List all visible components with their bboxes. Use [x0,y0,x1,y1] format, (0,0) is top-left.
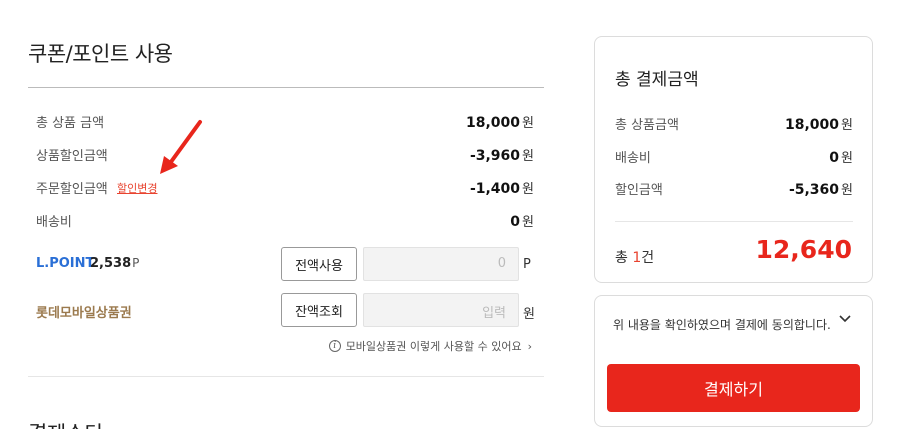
section-divider [28,376,544,377]
summary-title: 총 결제금액 [615,70,699,90]
point-input[interactable]: 0 [363,247,519,281]
info-icon: i [328,340,341,352]
annotation-arrow-icon [160,120,202,174]
summary-row-product: 총 상품금액 18,000 원 [615,114,853,134]
giftcard-help-link[interactable]: i 모바일상품권 이렇게 사용할 수 있어요 › [328,338,532,354]
lpoint-row: L.POINT 2,538P 전액사용 0 P [28,247,544,283]
giftcard-input[interactable]: 입력 [363,293,519,327]
row-order-discount: 주문할인금액 할인변경 -1,400 원 [28,178,534,198]
balance-check-button[interactable]: 잔액조회 [281,293,357,327]
title-divider [28,87,544,88]
row-shipping: 배송비 0원 [28,211,534,231]
payment-summary-card: 총 결제금액 총 상품금액 18,000 원 배송비 0원 할인금액 -5,360… [594,36,873,283]
row-amount: -1,400 원 [469,181,534,197]
summary-amount: 18,000 원 [785,117,853,133]
summary-row-discount: 할인금액 -5,360 원 [615,179,853,199]
lpoint-balance: 2,538P [90,256,140,271]
payment-method-title: 결제수단 [28,418,104,429]
summary-divider [615,221,853,222]
row-label: 배송비 [36,215,72,230]
row-label: 총 상품 금액 [36,116,105,131]
checkout-page: 쿠폰/포인트 사용 총 상품 금액 18,000 원 상품할인금액 -3,960 원… [0,0,900,429]
giftcard-label: 롯데모바일상품권 [36,306,132,321]
summary-label: 배송비 [615,151,651,166]
row-label: 상품할인금액 [36,149,108,164]
giftcard-input-unit: 원 [523,307,535,322]
summary-amount: -5,360 원 [788,182,853,198]
summary-row-shipping: 배송비 0원 [615,147,853,167]
giftcard-help-text: 모바일상품권 이렇게 사용할 수 있어요 [345,340,522,353]
agreement-text: 위 내용을 확인하였으며 결제에 동의합니다. [613,318,831,332]
use-all-points-button[interactable]: 전액사용 [281,247,357,281]
point-input-unit: P [523,257,531,272]
row-label: 주문할인금액 [36,182,108,197]
total-count-label: 총 1건 [615,250,655,266]
chevron-down-icon[interactable] [838,312,852,326]
row-product-discount: 상품할인금액 -3,960 원 [28,145,534,165]
summary-label: 할인금액 [615,183,663,198]
summary-label: 총 상품금액 [615,118,679,133]
chevron-right-icon: › [527,339,532,353]
pay-button[interactable]: 결제하기 [607,364,860,412]
summary-amount: 0원 [829,150,853,166]
coupon-point-section: 쿠폰/포인트 사용 총 상품 금액 18,000 원 상품할인금액 -3,960 원… [28,0,544,429]
lpoint-label: L.POINT [36,256,95,271]
agreement-card: 위 내용을 확인하였으며 결제에 동의합니다. 결제하기 [594,295,873,427]
row-amount: 18,000 원 [466,115,534,131]
row-total-product: 총 상품 금액 18,000 원 [28,112,534,132]
discount-change-link[interactable]: 할인변경 [117,180,157,196]
section-title: 쿠폰/포인트 사용 [28,42,173,66]
giftcard-row: 롯데모바일상품권 잔액조회 입력 원 [28,293,544,329]
row-amount: -3,960 원 [469,148,534,164]
row-amount: 0원 [510,214,534,230]
total-amount: 12,640 [755,235,852,264]
